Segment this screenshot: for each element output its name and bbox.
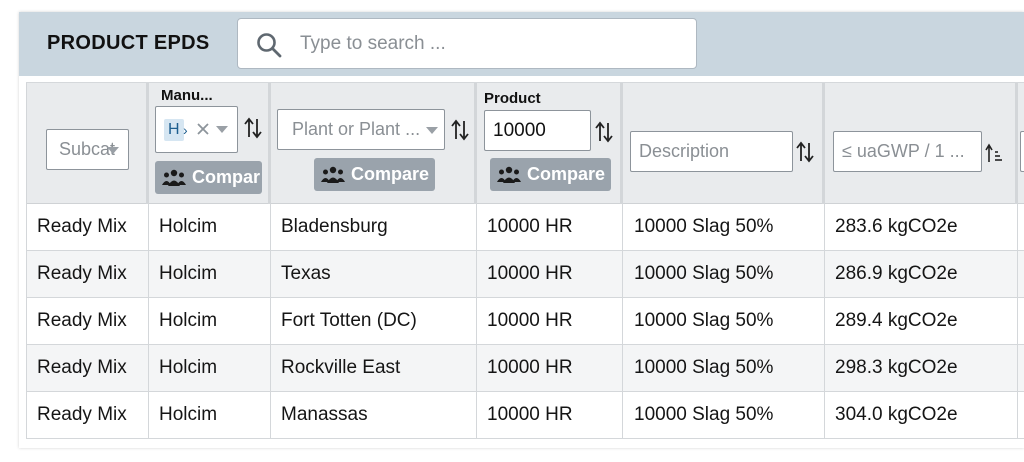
cell-manufacturer: Holcim <box>149 204 271 251</box>
chevron-down-icon[interactable] <box>107 147 119 154</box>
filter-product: Product 10000 Compare <box>477 83 623 204</box>
search-icon <box>257 33 282 58</box>
manufacturer-chip-label: H <box>168 121 180 138</box>
sort-ascending-icon[interactable] <box>985 142 1003 164</box>
table-row[interactable]: Ready Mix Holcim Manassas 10000 HR 10000… <box>26 392 1024 439</box>
cell-product: 10000 HR <box>477 251 623 298</box>
top-strip <box>0 0 1024 10</box>
search-input[interactable] <box>300 27 680 61</box>
filter-manufacturer: Manu... H › Compar <box>149 83 271 204</box>
cell-manufacturer: Holcim <box>149 392 271 439</box>
filter-next-column <box>1018 83 1024 204</box>
cell-subcategory: Ready Mix <box>26 204 149 251</box>
cell-description: 10000 Slag 50% <box>623 298 825 345</box>
chevron-down-icon[interactable] <box>216 126 228 133</box>
sort-icon[interactable] <box>595 121 613 143</box>
page-title: PRODUCT EPDS <box>47 32 210 54</box>
plant-compare-button[interactable]: Compare <box>314 158 435 191</box>
sort-icon[interactable] <box>244 117 262 139</box>
compare-label: Compare <box>351 164 430 184</box>
gwp-placeholder: ≤ uaGWP / 1 ... <box>842 141 965 161</box>
cell-description: 10000 Slag 50% <box>623 345 825 392</box>
filter-plant: Plant or Plant ... Compare <box>271 83 477 204</box>
compare-label: Compar <box>192 167 261 187</box>
cell-gwp: 283.6 kgCO2e <box>825 204 1018 251</box>
cell-description: 10000 Slag 50% <box>623 392 825 439</box>
cell-product: 10000 HR <box>477 392 623 439</box>
cell-description: 10000 Slag 50% <box>623 251 825 298</box>
cell-manufacturer: Holcim <box>149 345 271 392</box>
table-row[interactable]: Ready Mix Holcim Rockville East 10000 HR… <box>26 345 1024 392</box>
people-icon <box>162 169 186 186</box>
product-epds-panel: PRODUCT EPDS Subcat... Manu... H › <box>19 12 1024 448</box>
cell-subcategory: Ready Mix <box>26 298 149 345</box>
cell-product: 10000 HR <box>477 345 623 392</box>
filter-subcategory: Subcat... <box>26 83 149 204</box>
sort-icon[interactable] <box>796 141 814 163</box>
cell-plant: Manassas <box>271 392 477 439</box>
chip-more-indicator: › <box>183 122 188 138</box>
product-input[interactable]: 10000 <box>484 110 591 151</box>
cell-gwp: 289.4 kgCO2e <box>825 298 1018 345</box>
product-compare-button[interactable]: Compare <box>490 158 611 191</box>
table-row[interactable]: Ready Mix Holcim Fort Totten (DC) 10000 … <box>26 298 1024 345</box>
description-input[interactable]: Description <box>630 131 793 172</box>
cell-plant: Bladensburg <box>271 204 477 251</box>
people-icon <box>321 166 345 183</box>
table-row[interactable]: Ready Mix Holcim Texas 10000 HR 10000 Sl… <box>26 251 1024 298</box>
filter-gwp: ≤ uaGWP / 1 ... <box>825 83 1018 204</box>
cell-gwp: 298.3 kgCO2e <box>825 345 1018 392</box>
cell-subcategory: Ready Mix <box>26 345 149 392</box>
cell-plant: Texas <box>271 251 477 298</box>
cell-manufacturer: Holcim <box>149 251 271 298</box>
sort-icon[interactable] <box>451 119 469 141</box>
subcategory-select[interactable]: Subcat... <box>46 129 129 170</box>
gwp-input[interactable]: ≤ uaGWP / 1 ... <box>833 131 982 172</box>
panel-header: PRODUCT EPDS <box>19 12 1024 76</box>
description-placeholder: Description <box>639 141 730 161</box>
next-column-input[interactable] <box>1020 131 1024 172</box>
cell-plant: Fort Totten (DC) <box>271 298 477 345</box>
manufacturer-chip[interactable]: H <box>164 119 184 141</box>
search-box[interactable] <box>237 18 697 69</box>
plant-placeholder: Plant or Plant ... <box>292 119 421 139</box>
cell-subcategory: Ready Mix <box>26 251 149 298</box>
filter-description: Description <box>623 83 825 204</box>
cell-plant: Rockville East <box>271 345 477 392</box>
compare-label: Compare <box>527 164 606 184</box>
people-icon <box>497 166 521 183</box>
product-column-label: Product <box>484 90 541 107</box>
cell-product: 10000 HR <box>477 204 623 251</box>
manufacturer-column-label: Manu... <box>161 87 213 104</box>
cell-gwp: 286.9 kgCO2e <box>825 251 1018 298</box>
chevron-down-icon[interactable] <box>426 127 438 134</box>
product-input-value[interactable]: 10000 <box>493 120 546 142</box>
plant-select[interactable]: Plant or Plant ... <box>277 109 445 150</box>
filter-row: Subcat... Manu... H › <box>26 82 1024 204</box>
table-row[interactable]: Ready Mix Holcim Bladensburg 10000 HR 10… <box>26 204 1024 251</box>
cell-product: 10000 HR <box>477 298 623 345</box>
cell-gwp: 304.0 kgCO2e <box>825 392 1018 439</box>
close-icon[interactable] <box>196 122 210 136</box>
manufacturer-compare-button[interactable]: Compar <box>155 161 262 194</box>
cell-description: 10000 Slag 50% <box>623 204 825 251</box>
cell-subcategory: Ready Mix <box>26 392 149 439</box>
cell-manufacturer: Holcim <box>149 298 271 345</box>
manufacturer-select[interactable]: H › <box>155 106 238 153</box>
